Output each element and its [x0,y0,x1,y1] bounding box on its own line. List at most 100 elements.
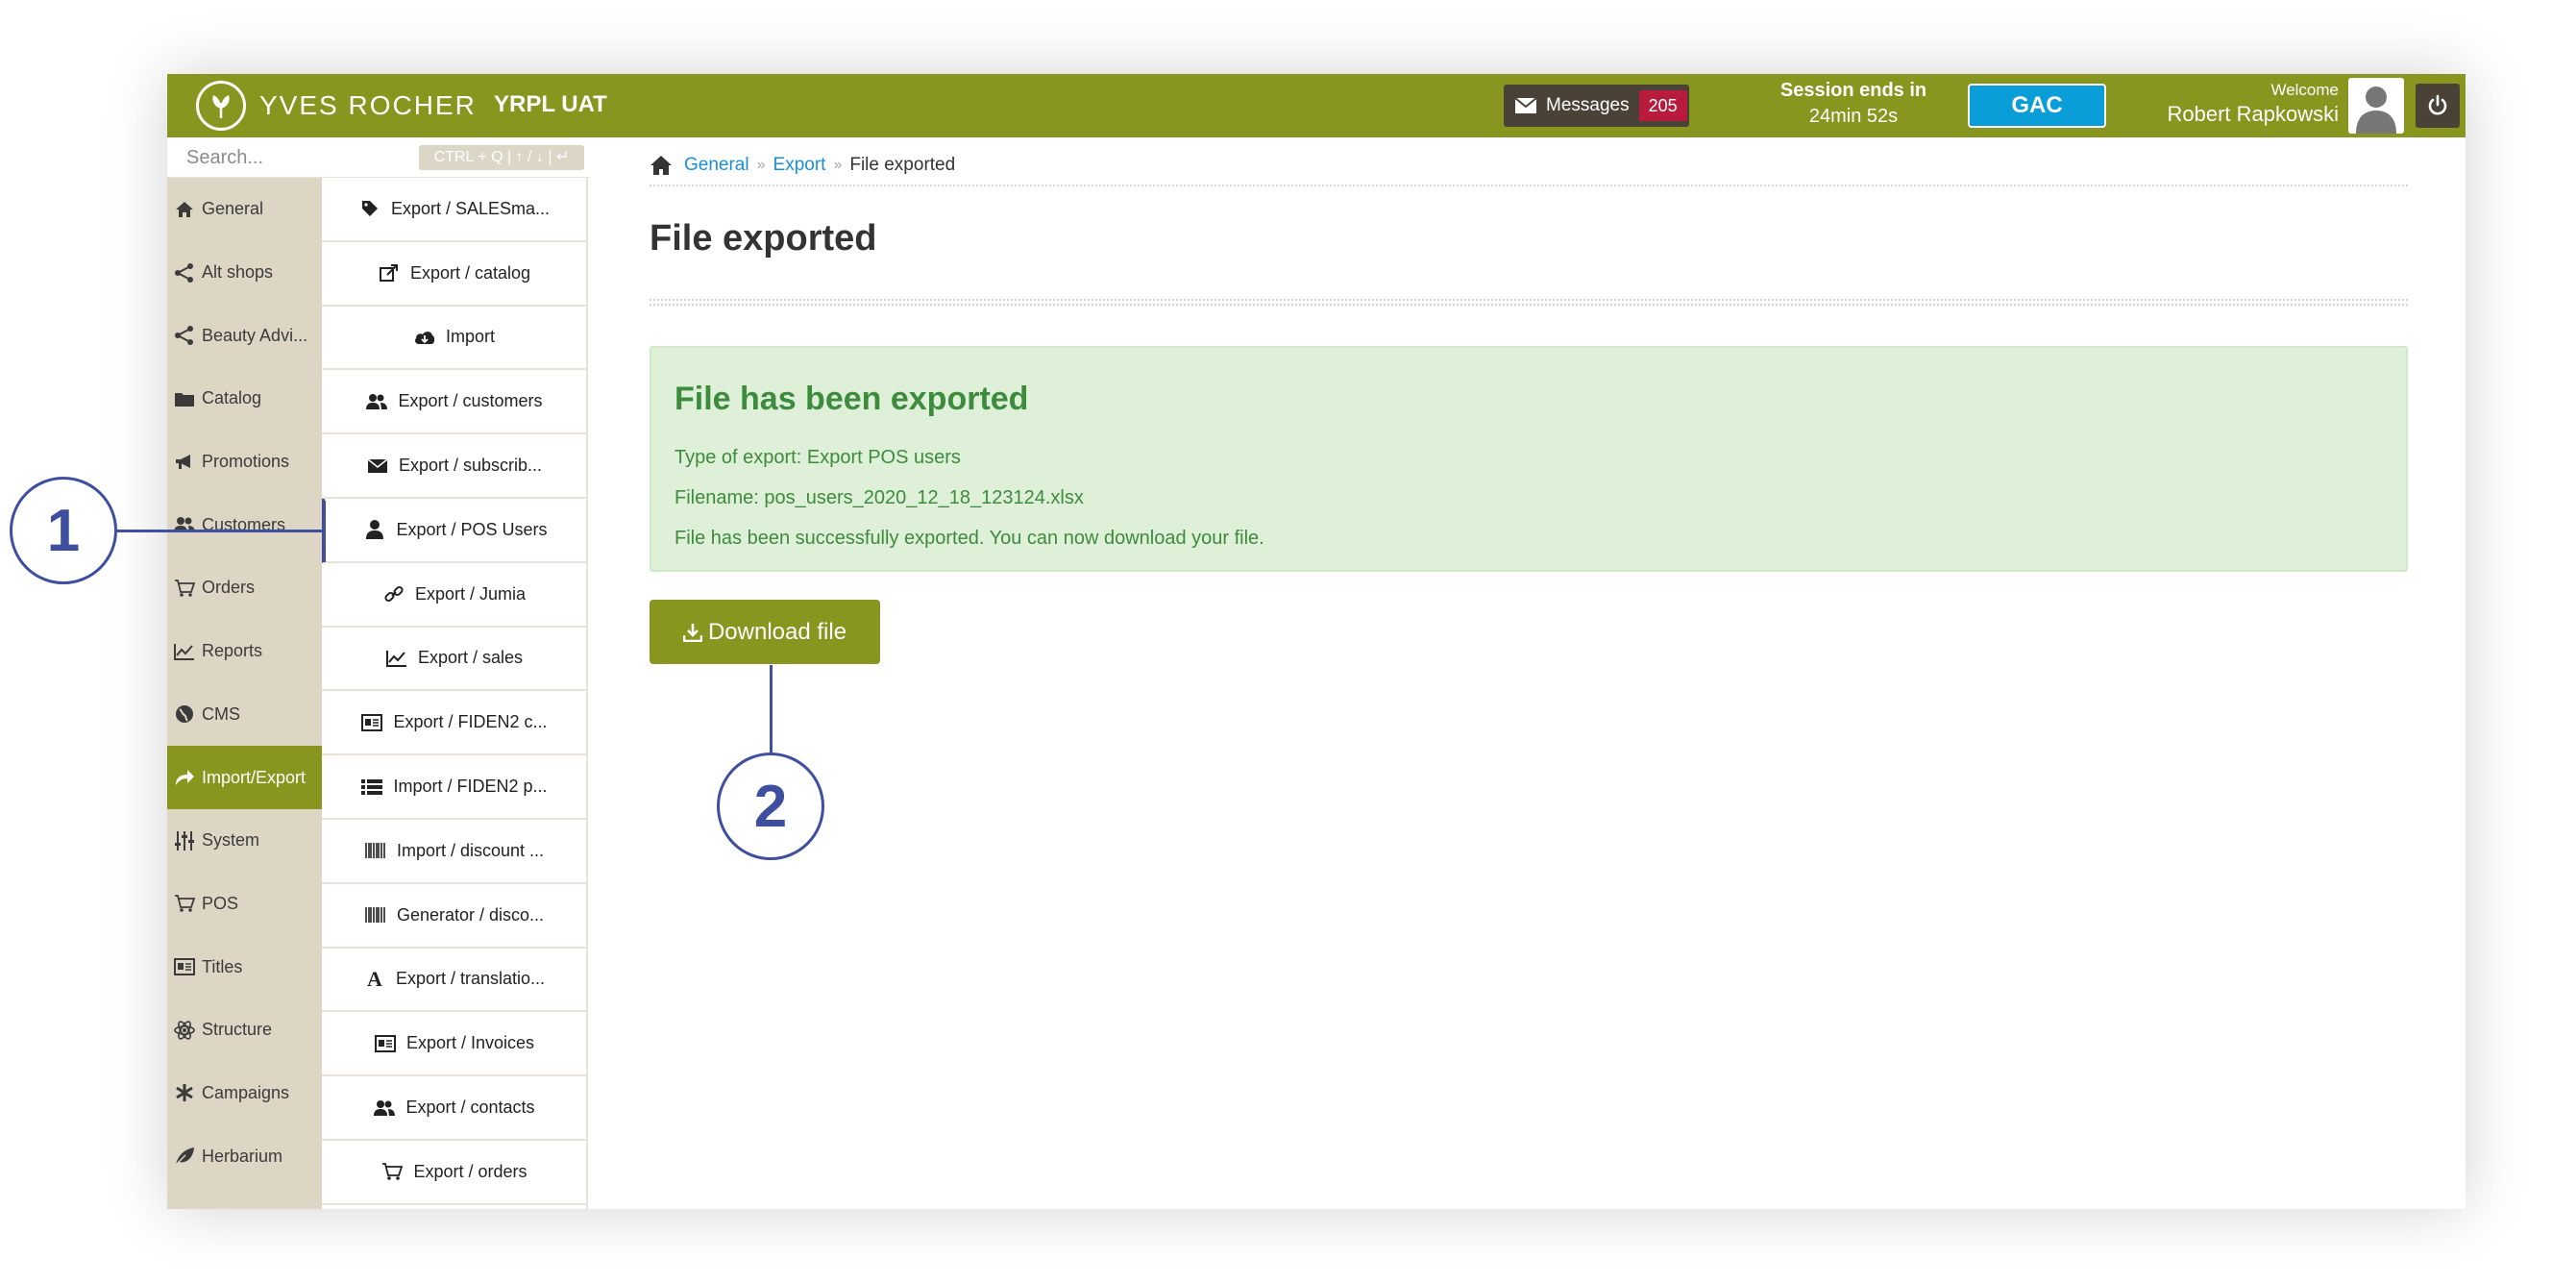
sub-item-import-discount[interactable]: Import / discount ... [322,820,586,884]
sub-item-export-catalog[interactable]: Export / catalog [322,242,586,307]
breadcrumb: General » Export » File exported [650,151,955,180]
session-timer: Session ends in 24min 52s [1743,80,1964,128]
sub-nav: Export / SALESma... Export / catalog Imp… [322,178,588,1209]
envelope-icon [366,456,389,477]
sub-item-export-salesmanago[interactable]: Export / SALESma... [322,178,586,242]
nav-item-system[interactable]: System [167,809,322,873]
sub-item-label: Export / catalog [409,262,531,283]
sub-item-label: Export / sales [417,648,524,668]
download-icon [682,623,702,642]
nav-item-label: CMS [202,703,240,724]
app-window: YVES ROCHER YRPL UAT Messages 205 Sessio… [167,74,2466,1209]
nav-item-cms[interactable]: CMS [167,683,322,747]
session-title: Session ends in [1779,80,1927,101]
nav-item-label: Alt shops [202,262,274,283]
sub-item-export-customers[interactable]: Export / customers [322,370,586,435]
barcode-icon [364,904,387,925]
atom-icon [173,1019,196,1042]
export-type-text: Type of export: Export POS users [675,447,961,468]
gac-button[interactable]: GAC [1968,84,2106,128]
list-icon [360,777,383,798]
sub-item-export-pos-users[interactable]: Export / POS Users [322,498,586,563]
sub-item-export-fiden2[interactable]: Export / FIDEN2 c... [322,691,586,756]
chart-icon [173,640,196,663]
nav-item-label: POS [202,893,239,913]
sub-item-export-translations[interactable]: A Export / translatio... [322,949,586,1013]
success-message: File has been successfully exported. You… [675,528,1264,549]
brand[interactable]: YVES ROCHER [196,81,477,131]
breadcrumb-separator: » [756,157,766,173]
nav-item-label: Herbarium [202,1146,283,1166]
folder-icon [173,387,196,410]
user-icon [363,519,386,540]
callout-1-tick [323,501,326,562]
breadcrumb-general-link[interactable]: General [684,155,749,176]
users-icon [365,391,388,412]
nav-item-label: Beauty Advi... [202,325,308,345]
sub-item-label: Export / customers [398,391,543,411]
nav-search: CTRL + Q | ↑ / ↓ | ↵ [167,137,590,178]
users-icon [173,513,196,536]
filename-text: Filename: pos_users_2020_12_18_123124.xl… [675,487,1084,508]
divider [650,299,2408,301]
main-nav: General Alt shops Beauty Advi... Catalog… [167,178,322,1209]
search-shortcut-hint: CTRL + Q | ↑ / ↓ | ↵ [419,145,584,170]
nav-item-titles[interactable]: Titles [167,935,322,999]
sub-item-export-invoices[interactable]: Export / Invoices [322,1012,586,1077]
sliders-icon [173,829,196,852]
id-card-icon [173,955,196,978]
sub-item-label: Export / orders [413,1161,527,1181]
nav-item-herbarium[interactable]: Herbarium [167,1124,322,1188]
sub-item-import[interactable]: Import [322,307,586,371]
globe-icon [173,703,196,726]
breadcrumb-export-link[interactable]: Export [773,155,826,176]
nav-item-alt-shops[interactable]: Alt shops [167,241,322,305]
nav-item-campaigns[interactable]: Campaigns [167,1062,322,1125]
share-arrow-icon [173,766,196,789]
nav-item-pos[interactable]: POS [167,873,322,936]
divider [650,304,2408,306]
sub-item-label: Export / contacts [405,1098,535,1118]
font-icon: A [367,966,382,991]
download-label: Download file [707,618,847,645]
nav-item-customers[interactable]: Customers [167,493,322,556]
sub-item-export-sales[interactable]: Export / sales [322,628,586,692]
users-icon [373,1098,396,1119]
sub-item-export-orders[interactable]: Export / orders [322,1141,586,1205]
avatar[interactable] [2348,78,2404,134]
nav-item-orders[interactable]: Orders [167,556,322,620]
sub-item-label: Export / POS Users [396,519,548,539]
sub-item-generator-discount[interactable]: Generator / disco... [322,884,586,949]
sub-item-import-fiden2[interactable]: Import / FIDEN2 p... [322,755,586,820]
sub-item-export-subscribers[interactable]: Export / subscrib... [322,434,586,499]
sub-item-label: Import / FIDEN2 p... [393,777,548,797]
sub-item-label: Export / SALESma... [390,198,551,218]
environment-name: YRPL UAT [494,91,607,117]
nav-item-catalog[interactable]: Catalog [167,367,322,431]
user-name: Robert Rapkowski [2167,102,2339,126]
home-icon[interactable] [650,155,673,176]
sub-item-export-contacts[interactable]: Export / contacts [322,1076,586,1141]
nav-item-label: General [202,199,264,219]
sub-item-label: Export / FIDEN2 c... [393,712,548,732]
breadcrumb-separator: » [833,157,843,173]
download-file-button[interactable]: Download file [650,600,880,664]
logout-button[interactable] [2416,84,2460,128]
nav-item-label: Reports [202,641,263,661]
barcode-icon [364,840,387,861]
search-input[interactable] [186,145,407,170]
messages-button[interactable]: Messages 205 [1504,85,1689,127]
breadcrumb-current: File exported [849,155,956,175]
nav-item-promotions[interactable]: Promotions [167,431,322,494]
id-card-icon [360,712,383,733]
sub-item-export-jumia[interactable]: Export / Jumia [322,563,586,628]
nav-item-reports[interactable]: Reports [167,620,322,683]
nav-item-import-export[interactable]: Import/Export [167,746,322,809]
alert-heading: File has been exported [675,381,1029,417]
nav-item-general[interactable]: General [167,178,322,241]
cloud-download-icon [413,327,436,348]
home-icon [173,198,196,221]
nav-item-structure[interactable]: Structure [167,999,322,1062]
share-icon [173,324,196,347]
nav-item-beauty-advisors[interactable]: Beauty Advi... [167,304,322,367]
